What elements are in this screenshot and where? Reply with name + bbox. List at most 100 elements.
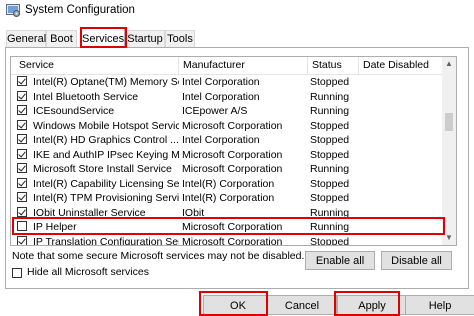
service-status: Running: [310, 163, 350, 175]
service-manufacturer: Microsoft Corporation: [182, 235, 283, 246]
apply-button[interactable]: Apply: [337, 295, 407, 315]
checkmark-icon: [18, 105, 26, 114]
service-row[interactable]: Intel(R) Optane(TM) Memory Se... Intel C…: [11, 75, 443, 90]
services-list[interactable]: Service Manufacturer Status Date Disable…: [10, 56, 457, 246]
msconfig-icon: [6, 4, 20, 17]
service-row[interactable]: Intel Bluetooth Service Intel Corporatio…: [11, 90, 443, 105]
service-row[interactable]: IP Translation Configuration Ser... Micr…: [11, 235, 443, 246]
service-status: Running: [310, 90, 350, 103]
service-status: Running: [310, 221, 350, 233]
service-status: Running: [310, 105, 350, 117]
service-checkbox[interactable]: [17, 76, 27, 86]
service-manufacturer: Microsoft Corporation: [182, 119, 283, 132]
checkmark-icon: [18, 236, 26, 244]
service-name: Intel(R) Optane(TM) Memory Se...: [33, 76, 179, 88]
service-manufacturer: Intel Corporation: [182, 90, 260, 103]
tab-services[interactable]: Services: [81, 28, 125, 48]
service-date-disabled: [362, 191, 442, 206]
service-row[interactable]: Intel(R) Capability Licensing Ser... Int…: [11, 177, 443, 192]
column-header-date-disabled[interactable]: Date Disabled: [359, 57, 443, 74]
service-manufacturer: IObit: [182, 206, 205, 219]
checkmark-icon: [18, 120, 26, 128]
service-row[interactable]: IKE and AuthIP IPsec Keying M... Microso…: [11, 148, 443, 163]
tab-boot[interactable]: Boot: [46, 30, 77, 47]
disable-all-button[interactable]: Disable all: [381, 251, 452, 270]
column-header-status[interactable]: Status: [308, 57, 359, 74]
vertical-scrollbar[interactable]: ▲ ▼: [442, 57, 456, 245]
list-header: Service Manufacturer Status Date Disable…: [11, 57, 443, 75]
title-bar: System Configuration: [0, 0, 474, 22]
service-status: Stopped: [310, 192, 350, 204]
service-row[interactable]: ICEsoundService ICEpower A/S Running: [11, 104, 443, 119]
enable-all-button[interactable]: Enable all: [305, 251, 375, 270]
window-title: System Configuration: [25, 4, 135, 16]
secure-services-note: Note that some secure Microsoft services…: [12, 250, 305, 262]
service-name: ICEsoundService: [33, 105, 115, 117]
service-manufacturer: Intel(R) Corporation: [182, 192, 275, 204]
help-button[interactable]: Help: [405, 295, 474, 315]
service-row-ip-helper[interactable]: IP Helper Microsoft Corporation Running: [11, 220, 443, 235]
service-row[interactable]: Windows Mobile Hotspot Service Microsoft…: [11, 119, 443, 134]
service-status: Stopped: [310, 177, 350, 190]
tab-tools[interactable]: Tools: [165, 30, 195, 47]
service-name: Intel Bluetooth Service: [33, 90, 139, 103]
service-status: Stopped: [310, 134, 350, 146]
service-checkbox[interactable]: [17, 221, 27, 231]
checkmark-icon: [18, 91, 26, 99]
service-date-disabled: [362, 104, 442, 119]
service-manufacturer: Microsoft Corporation: [182, 148, 283, 161]
service-row[interactable]: IObit Uninstaller Service IObit Running: [11, 206, 443, 221]
service-manufacturer: Microsoft Corporation: [182, 163, 283, 175]
service-checkbox[interactable]: [17, 134, 27, 144]
service-name: Intel(R) TPM Provisioning Service: [33, 192, 179, 204]
service-checkbox[interactable]: [17, 192, 27, 202]
service-date-disabled: [362, 133, 442, 148]
service-checkbox[interactable]: [17, 163, 27, 173]
scroll-down-icon[interactable]: ▼: [442, 231, 456, 245]
service-manufacturer: Microsoft Corporation: [182, 221, 283, 233]
service-row[interactable]: Microsoft Store Install Service Microsof…: [11, 162, 443, 177]
column-header-manufacturer[interactable]: Manufacturer: [179, 57, 308, 74]
checkmark-icon: [18, 178, 26, 186]
scroll-up-icon[interactable]: ▲: [442, 57, 456, 71]
service-checkbox[interactable]: [17, 119, 27, 130]
service-row[interactable]: Intel(R) HD Graphics Control ... Intel C…: [11, 133, 443, 148]
service-date-disabled: [362, 90, 442, 105]
service-checkbox[interactable]: [17, 206, 27, 217]
scroll-thumb[interactable]: [445, 113, 453, 131]
service-row[interactable]: Intel(R) TPM Provisioning Service Intel(…: [11, 191, 443, 206]
cancel-button[interactable]: Cancel: [267, 295, 337, 315]
service-status: Stopped: [310, 148, 350, 161]
hide-microsoft-services-checkbox[interactable]: [12, 268, 22, 278]
tab-startup[interactable]: Startup: [125, 30, 165, 47]
checkmark-icon: [18, 207, 26, 215]
service-checkbox[interactable]: [17, 90, 27, 101]
service-name: IKE and AuthIP IPsec Keying M...: [33, 148, 179, 161]
service-checkbox[interactable]: [17, 235, 27, 245]
service-checkbox[interactable]: [17, 177, 27, 188]
column-header-service[interactable]: Service: [11, 57, 179, 74]
service-date-disabled: [362, 148, 442, 163]
hide-microsoft-services-label[interactable]: Hide all Microsoft services: [27, 266, 149, 278]
service-name: IP Helper: [33, 221, 77, 233]
checkmark-icon: [18, 163, 26, 172]
service-checkbox[interactable]: [17, 105, 27, 115]
service-date-disabled: [362, 177, 442, 192]
service-name: Microsoft Store Install Service: [33, 163, 172, 175]
service-date-disabled: [362, 162, 442, 177]
checkmark-icon: [18, 76, 26, 85]
service-date-disabled: [362, 235, 442, 246]
service-checkbox[interactable]: [17, 148, 27, 159]
checkmark-icon: [18, 149, 26, 157]
tab-general[interactable]: General: [6, 30, 46, 47]
service-manufacturer: Intel Corporation: [182, 134, 260, 146]
ok-button[interactable]: OK: [203, 295, 273, 315]
service-name: Intel(R) HD Graphics Control ...: [33, 134, 179, 146]
service-status: Stopped: [310, 76, 350, 88]
service-date-disabled: [362, 220, 442, 235]
service-manufacturer: ICEpower A/S: [182, 105, 248, 117]
service-status: Stopped: [310, 119, 350, 132]
checkmark-icon: [18, 134, 26, 143]
checkmark-icon: [18, 192, 26, 201]
service-name: IP Translation Configuration Ser...: [33, 235, 179, 246]
